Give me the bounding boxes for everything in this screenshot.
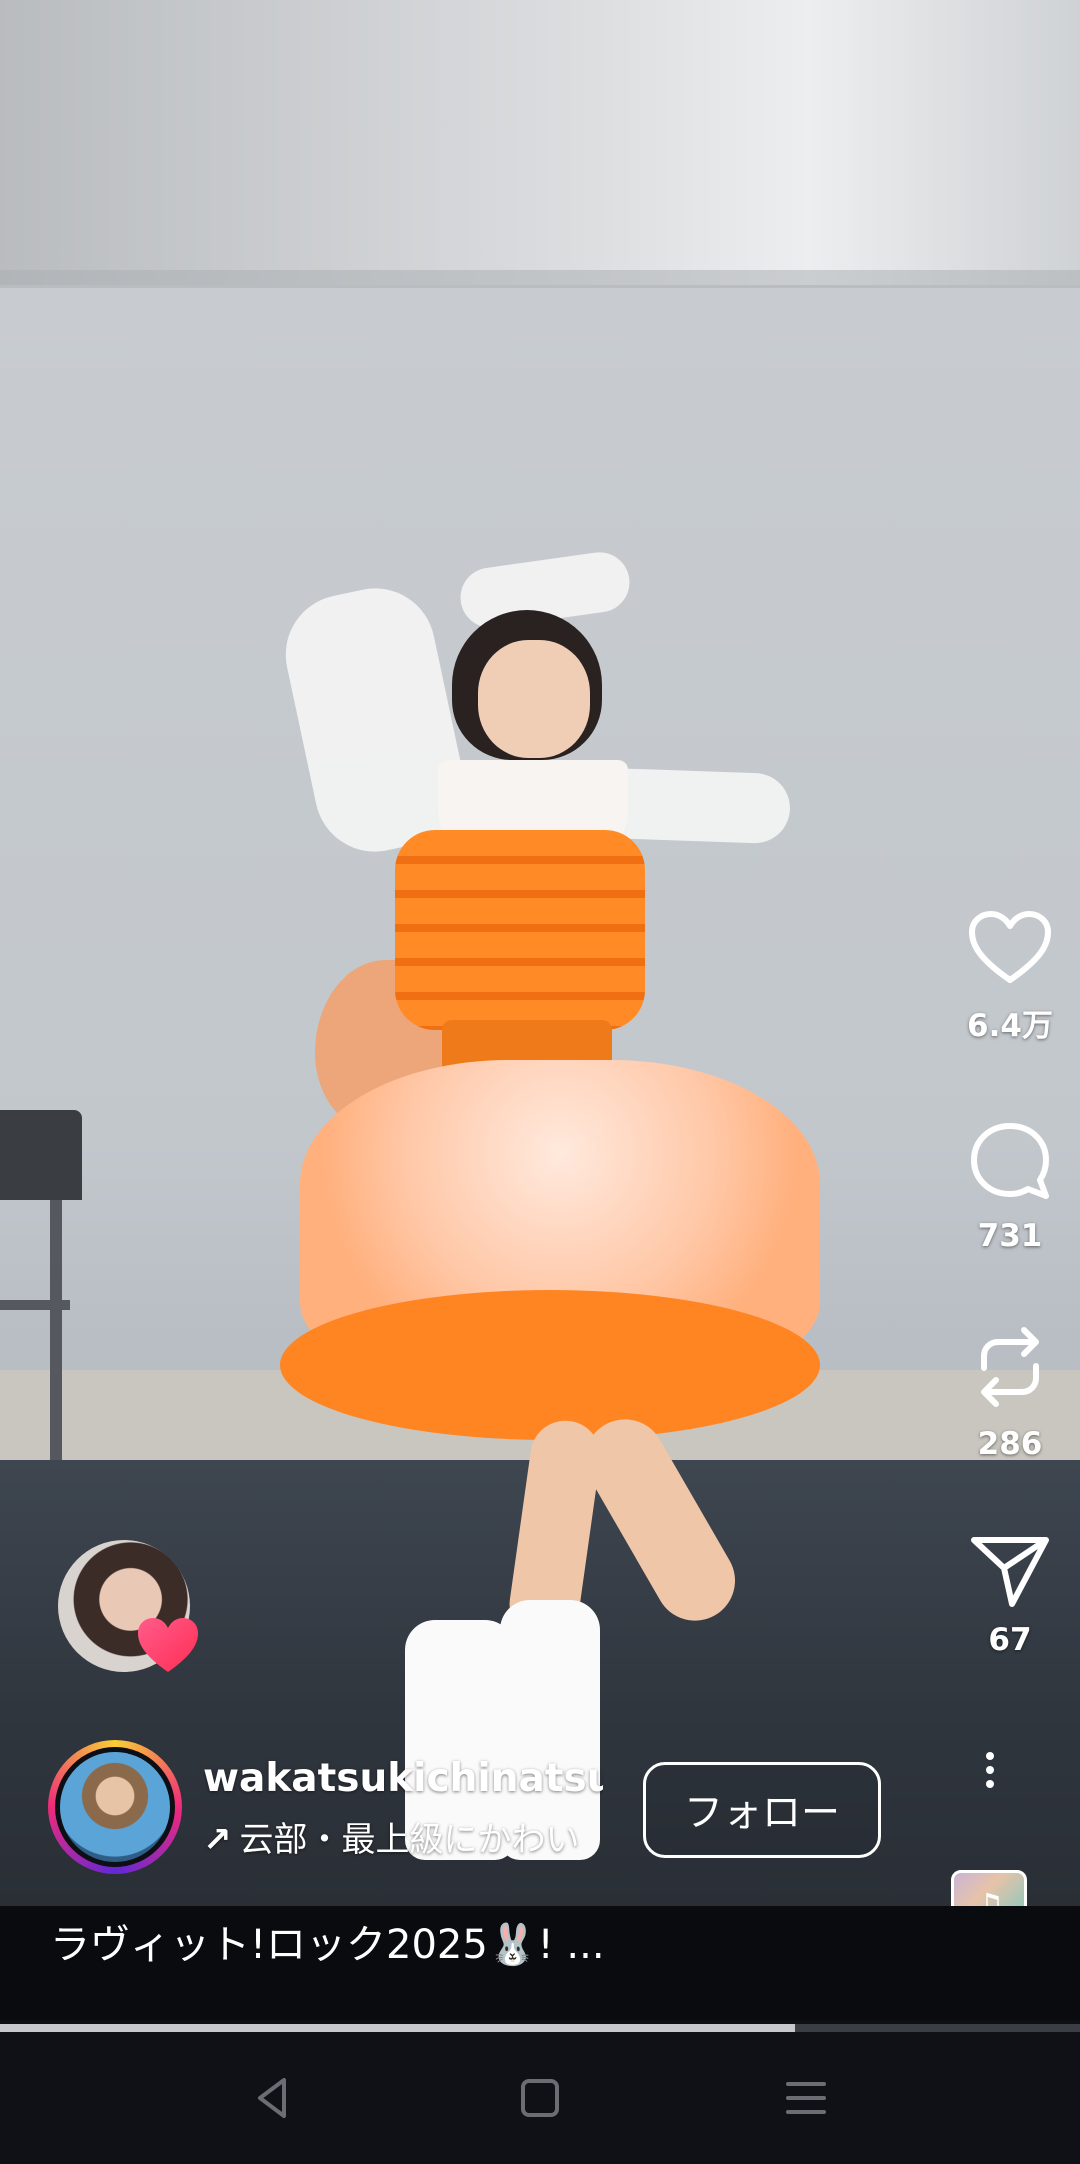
video-progress-bar[interactable] [0, 2024, 1080, 2032]
share-action[interactable]: 67 [940, 1532, 1080, 1658]
repost-action[interactable]: 286 [940, 1322, 1080, 1462]
video-progress-fill [0, 2024, 795, 2032]
author-username[interactable]: wakatsukichinatsu ... [203, 1756, 603, 1801]
back-triangle-icon[interactable] [242, 2068, 302, 2128]
heart-icon [138, 1618, 198, 1672]
more-vertical-icon[interactable] [976, 1752, 1004, 1792]
like-action[interactable]: 6.4万 [940, 910, 1080, 1045]
repost-count: 286 [977, 1426, 1043, 1462]
system-nav-bar [0, 2032, 1080, 2164]
follow-button[interactable]: フォロー [643, 1762, 881, 1858]
heart-outline-icon[interactable] [968, 910, 1052, 986]
like-count: 6.4万 [967, 1008, 1053, 1044]
comment-count: 731 [977, 1218, 1043, 1254]
author-subline[interactable]: ↗ 云部・最上級にかわい [203, 1812, 603, 1861]
comment-bubble-icon[interactable] [968, 1120, 1052, 1204]
author-avatar[interactable] [48, 1740, 182, 1874]
recents-menu-icon[interactable] [776, 2068, 836, 2128]
paper-plane-icon[interactable] [968, 1532, 1052, 1608]
post-caption[interactable]: ラヴィット!ロック2025🐰! ... [50, 1912, 605, 1970]
comment-action[interactable]: 731 [940, 1120, 1080, 1254]
author-subline-text: 云部・最上級にかわい [239, 1820, 580, 1860]
trend-arrow-icon: ↗ [203, 1820, 232, 1860]
share-count: 67 [988, 1622, 1032, 1658]
home-square-icon[interactable] [510, 2068, 570, 2128]
repost-icon[interactable] [968, 1322, 1052, 1412]
